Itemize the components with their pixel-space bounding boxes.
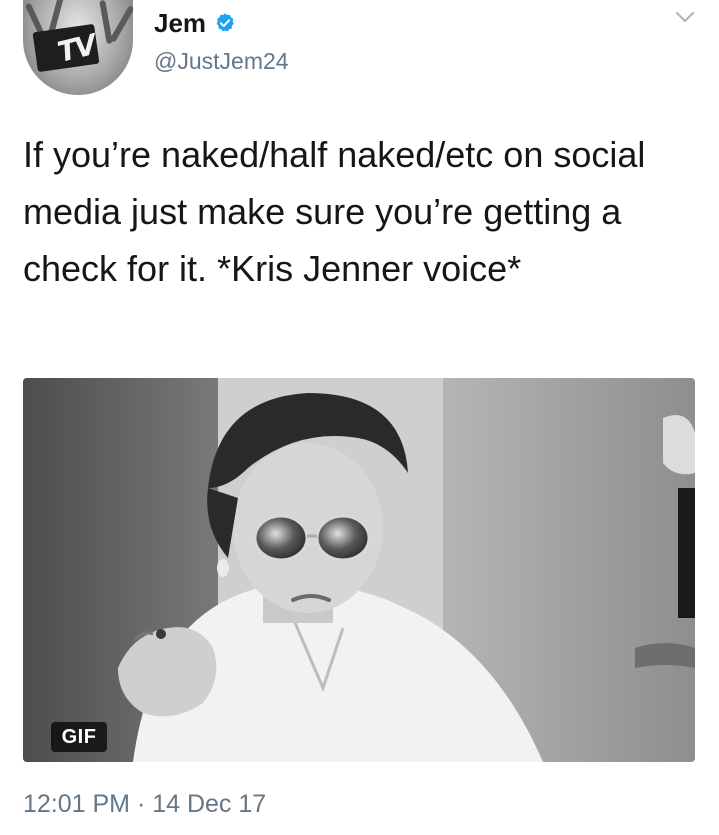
tweet-text: If you’re naked/half naked/etc on social… (23, 134, 646, 289)
author-name-row[interactable]: Jem (154, 6, 236, 40)
author-name[interactable]: Jem (154, 8, 206, 39)
gif-image (23, 378, 695, 762)
avatar-plant-leaf (109, 5, 133, 43)
verified-badge-icon (216, 13, 234, 32)
avatar[interactable]: TV (23, 0, 133, 95)
author-handle[interactable]: @JustJem24 (154, 48, 289, 75)
tweet-timestamp[interactable]: 12:01 PM · 14 Dec 17 (23, 790, 266, 819)
chevron-down-icon[interactable] (674, 8, 696, 26)
gif-badge: GIF (51, 722, 107, 752)
tweet-media[interactable]: GIF (23, 378, 695, 762)
